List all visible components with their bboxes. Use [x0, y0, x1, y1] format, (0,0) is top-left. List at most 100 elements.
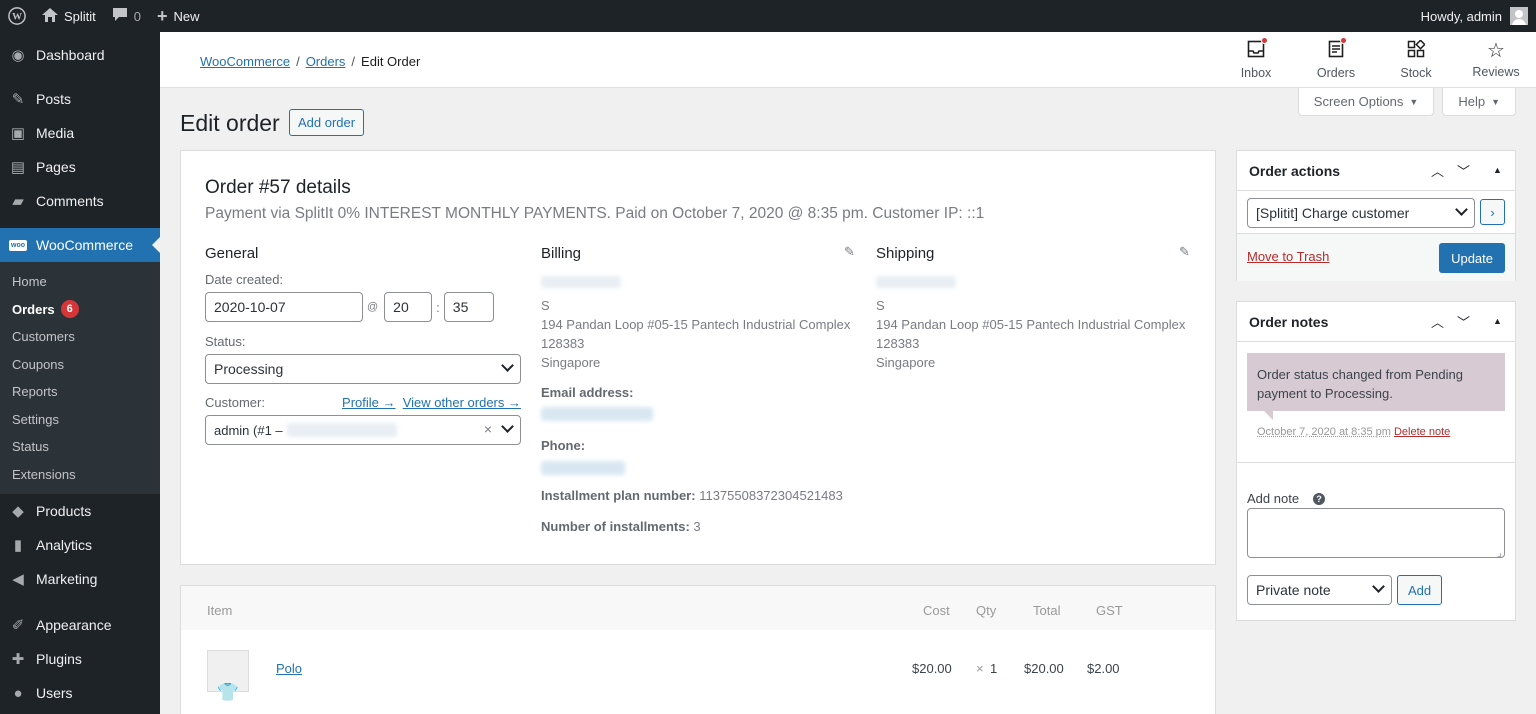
menu-label: Pages	[36, 159, 76, 175]
submenu-extensions[interactable]: Extensions	[0, 461, 160, 489]
order-action-value: [Splitit] Charge customer	[1256, 205, 1409, 221]
note-meta: October 7, 2020 at 8:35 pm Delete note	[1257, 426, 1450, 438]
breadcrumb-current: Edit Order	[361, 54, 420, 69]
apply-action-button[interactable]: ›	[1480, 199, 1505, 225]
date-created-label: Date created:	[205, 272, 523, 287]
customer-profile-link[interactable]: Profile →	[342, 395, 395, 410]
submenu-customers[interactable]: Customers	[0, 323, 160, 351]
submenu-orders[interactable]: Orders 6	[0, 296, 160, 324]
submenu-label: Orders	[12, 302, 55, 317]
delete-note-link[interactable]: Delete note	[1394, 426, 1450, 438]
notes-divider	[1237, 462, 1515, 463]
home-icon	[42, 8, 58, 25]
activity-inbox[interactable]: Inbox	[1216, 32, 1296, 88]
screen-options-button[interactable]: Screen Options ▼	[1298, 88, 1435, 116]
order-hour-input[interactable]: 20	[384, 292, 432, 322]
update-button[interactable]: Update	[1439, 243, 1505, 273]
submenu-status[interactable]: Status	[0, 433, 160, 461]
billing-column: Billing S 194 Pandan Loop #05-15 Pantech…	[541, 245, 859, 534]
item-qty: 1	[990, 661, 997, 676]
add-note-button[interactable]: Add	[1397, 575, 1442, 605]
comments-link[interactable]: 0	[104, 0, 149, 32]
order-data-panel: Order #57 details Payment via SplitIt 0%…	[180, 150, 1216, 565]
menu-appearance[interactable]: ✐ Appearance	[0, 608, 160, 642]
installment-plan-label: Installment plan number:	[541, 488, 696, 503]
move-to-trash-link[interactable]: Move to Trash	[1247, 249, 1329, 264]
breadcrumb-woocommerce[interactable]: WooCommerce	[200, 54, 290, 69]
move-down-icon[interactable]: ﹀	[1457, 312, 1470, 331]
my-account[interactable]: Howdy, admin	[1421, 7, 1536, 25]
menu-analytics[interactable]: ▮ Analytics	[0, 528, 160, 562]
wordpress-logo-icon[interactable]: W	[0, 0, 34, 32]
email-label: Email address:	[541, 385, 859, 400]
redacted-shipping-name	[876, 276, 956, 288]
menu-plugins[interactable]: ✚ Plugins	[0, 642, 160, 676]
order-date-input[interactable]: 2020-10-07	[205, 292, 363, 322]
submenu-home[interactable]: Home	[0, 268, 160, 296]
edit-shipping-pencil-icon[interactable]: ✎	[1179, 244, 1190, 260]
order-action-select[interactable]: [Splitit] Charge customer	[1247, 198, 1475, 228]
billing-title: Billing	[541, 245, 859, 262]
submenu-coupons[interactable]: Coupons	[0, 351, 160, 379]
product-name-link[interactable]: Polo	[276, 661, 302, 676]
menu-label: Media	[36, 125, 74, 141]
general-column: General Date created: 2020-10-07 @ 20 : …	[205, 245, 523, 445]
menu-label: Marketing	[36, 571, 97, 587]
activity-reviews[interactable]: ☆ Reviews	[1456, 32, 1536, 88]
box-icon: ◆	[8, 501, 28, 521]
redacted-customer-email	[287, 423, 397, 437]
collapse-toggle-icon[interactable]: ▲	[1493, 165, 1502, 175]
phone-label: Phone:	[541, 438, 859, 453]
breadcrumb-separator: /	[296, 54, 300, 69]
order-notes-title: Order notes	[1249, 314, 1328, 330]
order-notes-header: Order notes ︿ ﹀ ▲	[1237, 302, 1515, 342]
customer-select[interactable]: admin (#1 – ×	[205, 415, 521, 445]
submenu-settings[interactable]: Settings	[0, 406, 160, 434]
comments-count: 0	[134, 9, 141, 24]
add-note-label: Add note	[1247, 491, 1299, 506]
move-up-icon[interactable]: ︿	[1431, 312, 1444, 331]
note-type-select[interactable]: Private note	[1247, 575, 1392, 605]
order-status-select[interactable]: Processing	[205, 354, 521, 384]
menu-products[interactable]: ◆ Products	[0, 494, 160, 528]
menu-pages[interactable]: ▤ Pages	[0, 150, 160, 184]
breadcrumb-orders[interactable]: Orders	[306, 54, 346, 69]
item-gst: $2.00	[1087, 661, 1120, 676]
item-column-header: Item	[207, 603, 232, 618]
menu-media[interactable]: ▣ Media	[0, 116, 160, 150]
submenu-reports[interactable]: Reports	[0, 378, 160, 406]
unread-dot	[1261, 37, 1268, 44]
help-tip-icon[interactable]: ?	[1313, 493, 1325, 505]
redacted-billing-name	[541, 276, 621, 288]
activity-label: Reviews	[1472, 65, 1519, 79]
menu-woocommerce[interactable]: woo WooCommerce	[0, 228, 160, 262]
installments-value: 3	[693, 519, 700, 534]
site-name-link[interactable]: Splitit	[34, 0, 104, 32]
view-other-orders-link[interactable]: View other orders →	[403, 395, 521, 410]
menu-dashboard[interactable]: ◉ Dashboard	[0, 38, 160, 72]
menu-marketing[interactable]: ◀ Marketing	[0, 562, 160, 596]
add-order-button[interactable]: Add order	[289, 109, 364, 136]
menu-posts[interactable]: ✎ Posts	[0, 82, 160, 116]
shipping-column: Shipping S 194 Pandan Loop #05-15 Pantec…	[876, 245, 1196, 372]
activity-stock[interactable]: Stock	[1376, 32, 1456, 88]
edit-billing-pencil-icon[interactable]: ✎	[844, 244, 855, 260]
order-minute-input[interactable]: 35	[444, 292, 494, 322]
new-content-link[interactable]: + New	[149, 0, 208, 32]
order-note: Order status changed from Pending paymen…	[1247, 353, 1505, 411]
move-up-icon[interactable]: ︿	[1431, 161, 1444, 180]
submenu-label: Extensions	[12, 467, 76, 482]
menu-comments[interactable]: ▰ Comments	[0, 184, 160, 218]
clear-icon[interactable]: ×	[484, 421, 492, 437]
total-column-header: Total	[1033, 603, 1060, 618]
add-note-textarea[interactable]	[1247, 508, 1505, 558]
move-down-icon[interactable]: ﹀	[1457, 161, 1470, 180]
menu-users[interactable]: ● Users	[0, 676, 160, 710]
help-button[interactable]: Help ▼	[1442, 88, 1516, 116]
collapse-toggle-icon[interactable]: ▲	[1493, 316, 1502, 326]
installment-plan-value: 11375508372304521483	[699, 488, 843, 503]
shipping-initial: S	[876, 296, 1196, 315]
menu-label: Products	[36, 503, 91, 519]
order-payment-info: Payment via SplitIt 0% INTEREST MONTHLY …	[205, 205, 984, 223]
activity-orders[interactable]: Orders	[1296, 32, 1376, 88]
